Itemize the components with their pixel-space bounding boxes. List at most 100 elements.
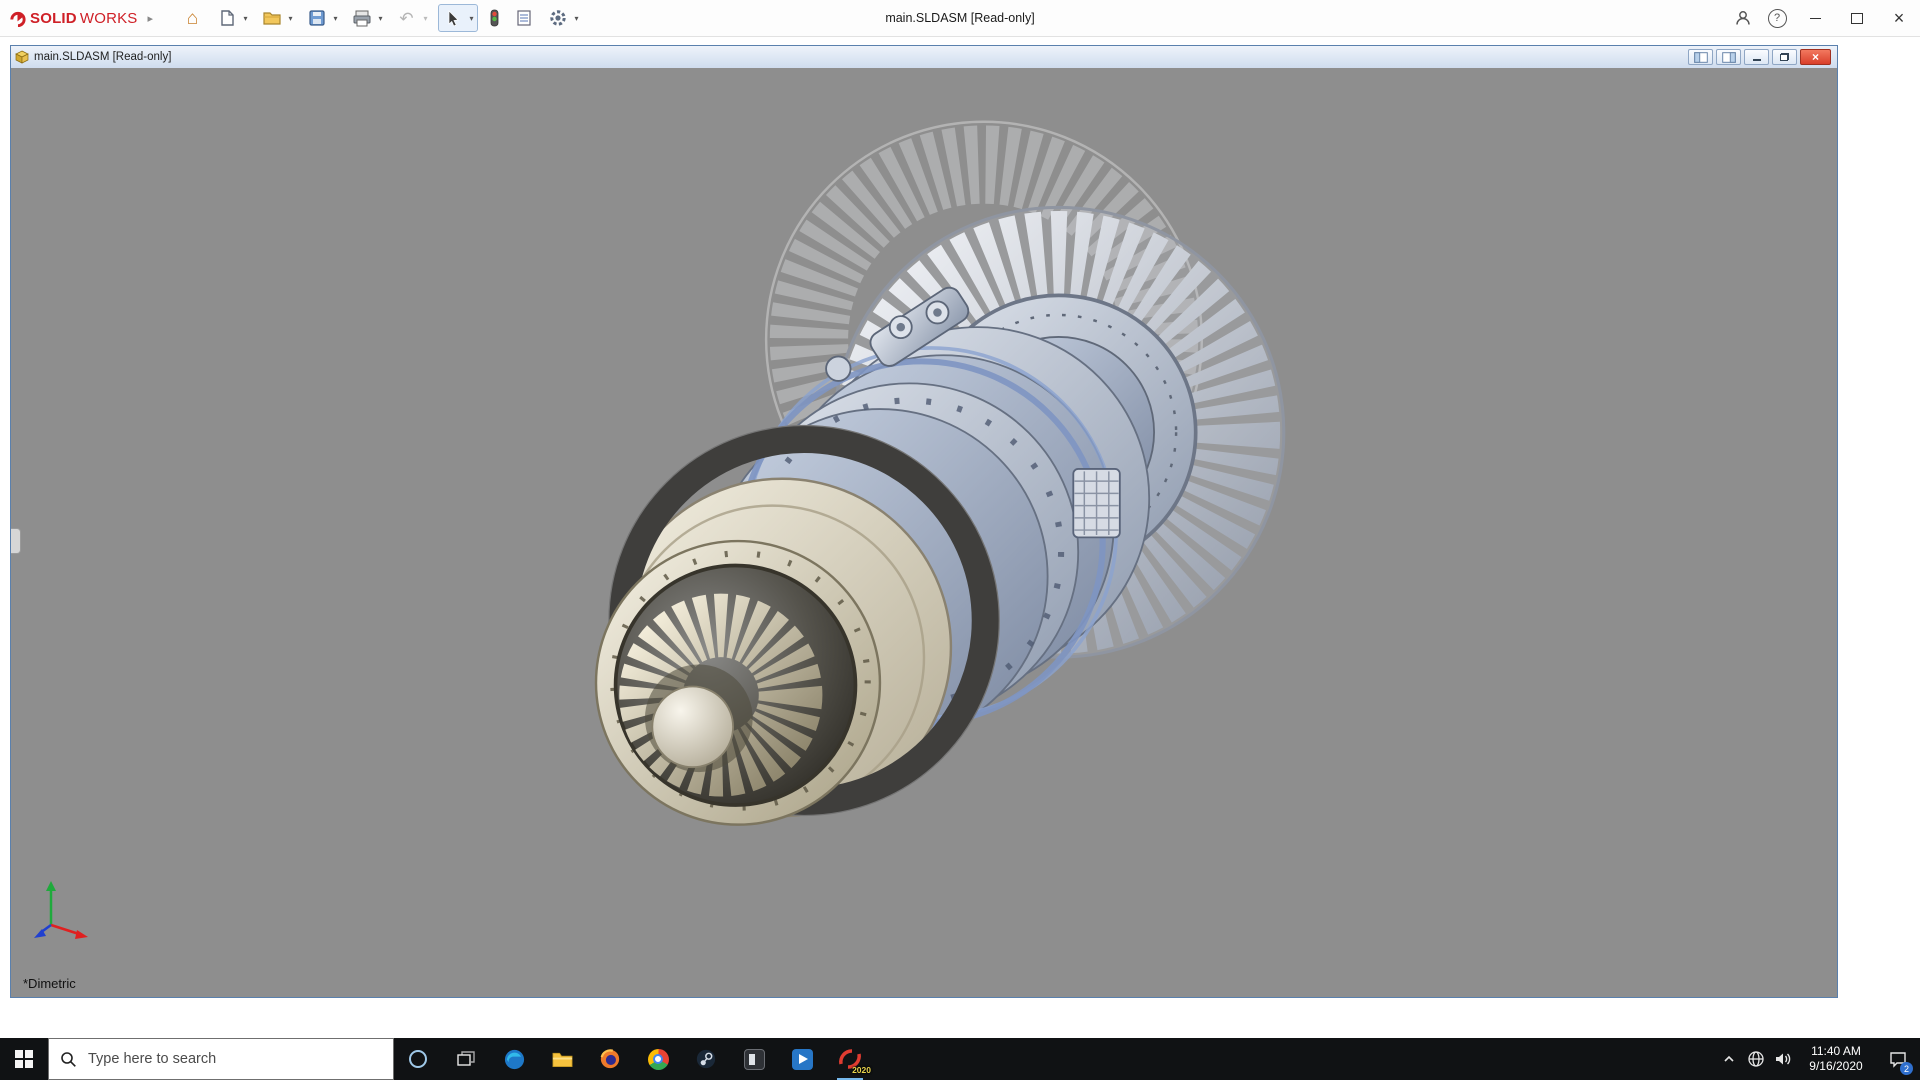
help-button[interactable]: ? (1760, 0, 1794, 36)
options-button[interactable] (544, 5, 571, 31)
open-folder-icon (262, 9, 282, 27)
select-tool-button[interactable] (439, 5, 466, 31)
maximize-button[interactable] (1836, 0, 1878, 36)
steam-icon (695, 1048, 717, 1070)
quick-access-toolbar: ⌂ ▾ ▾ (179, 4, 589, 32)
start-button[interactable] (0, 1038, 48, 1080)
system-tray: 11:40 AM 9/16/2020 2 (1715, 1038, 1920, 1080)
gear-icon (548, 8, 568, 28)
pane-left-icon (1694, 52, 1708, 63)
media-player-icon (792, 1049, 813, 1070)
firefox-icon (599, 1048, 621, 1070)
options-caret[interactable]: ▾ (571, 14, 582, 23)
doc-restore-icon (1780, 53, 1789, 61)
media-player-button[interactable] (778, 1038, 826, 1080)
action-center-button[interactable]: 2 (1876, 1038, 1920, 1080)
doc-close-button[interactable]: × (1800, 49, 1831, 65)
print-button[interactable] (348, 5, 375, 31)
sheet-icon (515, 9, 533, 27)
status-light-icon (488, 9, 500, 27)
app-window-button[interactable] (730, 1038, 778, 1080)
taskbar-search[interactable] (48, 1038, 394, 1080)
doc-restore-button[interactable] (1772, 49, 1797, 65)
search-icon (60, 1051, 77, 1068)
minimize-icon (1810, 18, 1821, 19)
file-explorer-button[interactable] (538, 1038, 586, 1080)
edge-button[interactable] (490, 1038, 538, 1080)
edge-icon (503, 1048, 526, 1071)
chrome-icon (648, 1049, 669, 1070)
cortana-button[interactable] (394, 1038, 442, 1080)
brand-solid-text: SOLID (30, 10, 77, 27)
open-caret[interactable]: ▾ (285, 14, 296, 23)
doc-minimize-button[interactable] (1744, 49, 1769, 65)
close-icon: × (1894, 9, 1905, 27)
windows-taskbar: 2020 11:40 AM 9/16/2020 (0, 1038, 1920, 1080)
undo-caret[interactable]: ▾ (420, 14, 431, 23)
hidden-icons-button[interactable] (1715, 1038, 1742, 1080)
browser-button[interactable] (586, 1038, 634, 1080)
minimize-button[interactable] (1794, 0, 1836, 36)
home-icon: ⌂ (187, 9, 198, 28)
properties-button[interactable] (510, 5, 537, 31)
print-caret[interactable]: ▾ (375, 14, 386, 23)
cortana-icon (407, 1048, 429, 1070)
dassault-logo-mark (8, 9, 27, 28)
status-light-button[interactable] (485, 5, 503, 31)
print-icon (352, 9, 372, 28)
steam-button[interactable] (682, 1038, 730, 1080)
document-titlebar[interactable]: main.SLDASM [Read-only] × (11, 46, 1837, 69)
brand-works-text: WORKS (80, 10, 138, 27)
help-icon: ? (1768, 9, 1787, 28)
doc-close-icon: × (1812, 51, 1819, 63)
save-caret[interactable]: ▾ (330, 14, 341, 23)
new-document-button[interactable] (213, 5, 240, 31)
sign-in-button[interactable] (1726, 0, 1760, 36)
maximize-icon (1851, 13, 1863, 24)
assembly-icon (15, 50, 29, 64)
orientation-triad (33, 873, 97, 943)
select-cursor-icon (444, 9, 462, 27)
speaker-icon (1773, 1049, 1793, 1069)
search-input[interactable] (86, 1050, 382, 1068)
document-window: main.SLDASM [Read-only] × (10, 45, 1838, 998)
solidworks-taskbar-button[interactable]: 2020 (826, 1038, 874, 1080)
new-document-icon (218, 9, 236, 27)
chevron-up-icon (1721, 1051, 1737, 1067)
pane-right-icon (1722, 52, 1736, 63)
windows-logo-icon (15, 1050, 33, 1068)
app-titlebar: SOLIDWORKS ▸ ⌂ ▾ ▾ (0, 0, 1920, 37)
notification-badge: 2 (1900, 1062, 1913, 1075)
engine-model[interactable] (11, 68, 1837, 997)
undo-button[interactable]: ↶ (393, 5, 420, 31)
task-view-icon (455, 1048, 477, 1070)
clock-date: 9/16/2020 (1809, 1059, 1862, 1074)
save-icon (308, 9, 326, 27)
taskbar-clock[interactable]: 11:40 AM 9/16/2020 (1796, 1038, 1876, 1080)
network-button[interactable] (1742, 1038, 1769, 1080)
clock-time: 11:40 AM (1811, 1044, 1861, 1059)
panel-collapse-tab[interactable] (11, 528, 21, 554)
save-button[interactable] (303, 5, 330, 31)
menu-flyout-arrow[interactable]: ▸ (148, 12, 154, 25)
network-globe-icon (1746, 1049, 1766, 1069)
volume-button[interactable] (1769, 1038, 1796, 1080)
doc-minimize-icon (1753, 59, 1761, 61)
new-document-caret[interactable]: ▾ (240, 14, 251, 23)
open-button[interactable] (258, 5, 285, 31)
graphics-viewport[interactable]: *Dimetric (11, 68, 1837, 997)
view-orientation-label: *Dimetric (23, 976, 76, 991)
home-button[interactable]: ⌂ (179, 5, 206, 31)
person-icon (1733, 8, 1753, 28)
close-button[interactable]: × (1878, 0, 1920, 36)
app-window-icon (744, 1049, 765, 1070)
undo-icon: ↶ (399, 10, 413, 27)
pane-right-button[interactable] (1716, 49, 1741, 65)
select-tool-caret[interactable]: ▾ (466, 14, 477, 23)
chrome-button[interactable] (634, 1038, 682, 1080)
solidworks-logo: SOLIDWORKS (8, 9, 138, 28)
pane-left-button[interactable] (1688, 49, 1713, 65)
task-view-button[interactable] (442, 1038, 490, 1080)
file-explorer-icon (551, 1049, 574, 1069)
solidworks-year-badge: 2020 (852, 1065, 871, 1075)
